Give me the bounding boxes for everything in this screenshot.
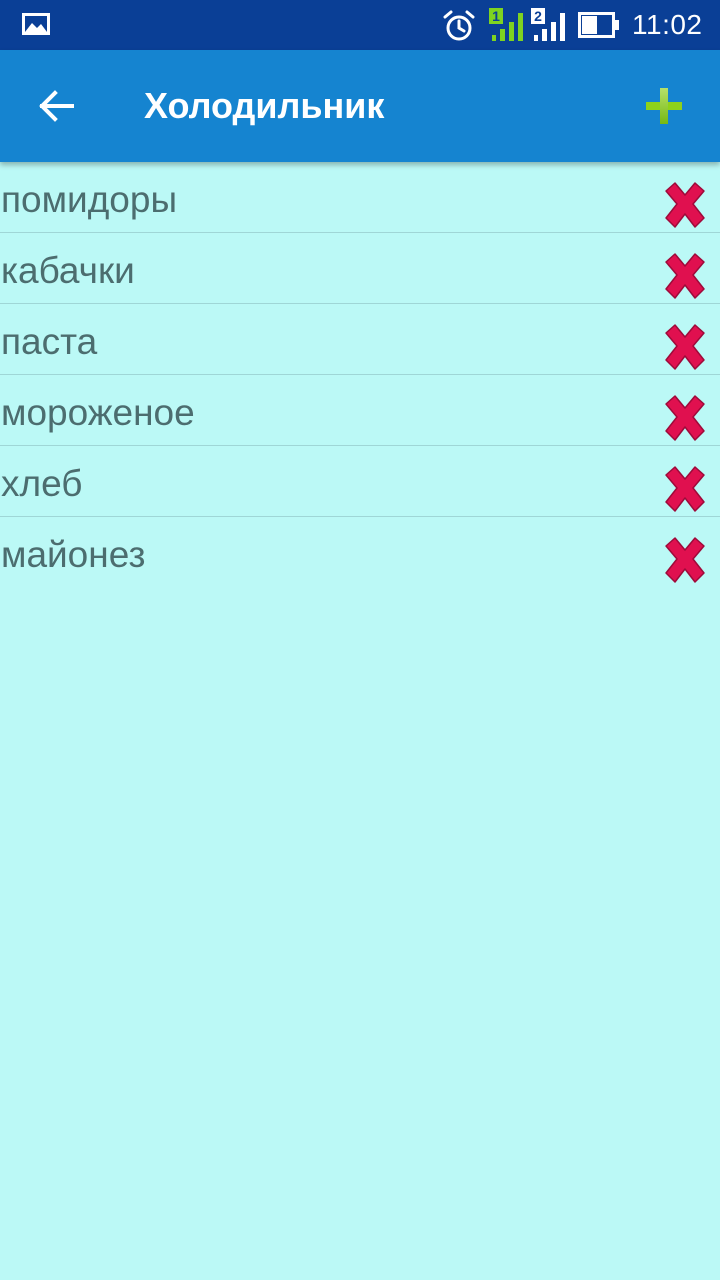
delete-button[interactable] <box>660 323 710 371</box>
list-item-label: майонез <box>1 534 146 575</box>
close-icon <box>665 466 705 512</box>
delete-button[interactable] <box>660 465 710 513</box>
sim2-signal-icon: 2 <box>531 8 565 41</box>
list-item[interactable]: хлеб <box>0 446 720 517</box>
sim1-signal-icon: 1 <box>489 8 523 41</box>
list-item-label: помидоры <box>1 179 178 220</box>
list-item[interactable]: кабачки <box>0 233 720 304</box>
toolbar: Холодильник <box>0 50 720 162</box>
add-item-button[interactable] <box>632 74 696 138</box>
gallery-icon <box>22 13 50 35</box>
close-icon <box>665 253 705 299</box>
close-icon <box>665 395 705 441</box>
delete-button[interactable] <box>660 394 710 442</box>
delete-button[interactable] <box>660 252 710 300</box>
item-list: помидоры кабачки паста мороженое хлеб ма… <box>0 162 720 587</box>
list-item[interactable]: мороженое <box>0 375 720 446</box>
list-item-label: кабачки <box>1 250 135 291</box>
close-icon <box>665 537 705 583</box>
close-icon <box>665 182 705 228</box>
status-time: 11:02 <box>632 9 703 40</box>
back-button[interactable] <box>24 74 88 138</box>
list-item-label: паста <box>1 321 98 362</box>
delete-button[interactable] <box>660 536 710 584</box>
sim1-label: 1 <box>492 8 500 24</box>
list-item-label: мороженое <box>1 392 195 433</box>
battery-icon <box>578 12 619 38</box>
alarm-icon <box>443 10 475 41</box>
list-item[interactable]: паста <box>0 304 720 375</box>
plus-icon <box>646 88 682 124</box>
delete-button[interactable] <box>660 181 710 229</box>
status-bar: 1 2 11:02 <box>0 0 720 50</box>
list-item-label: хлеб <box>1 463 83 504</box>
close-icon <box>665 324 705 370</box>
list-item[interactable]: майонез <box>0 517 720 587</box>
list-item[interactable]: помидоры <box>0 162 720 233</box>
arrow-left-icon <box>39 90 74 122</box>
page-title: Холодильник <box>144 85 385 126</box>
sim2-label: 2 <box>534 8 542 24</box>
